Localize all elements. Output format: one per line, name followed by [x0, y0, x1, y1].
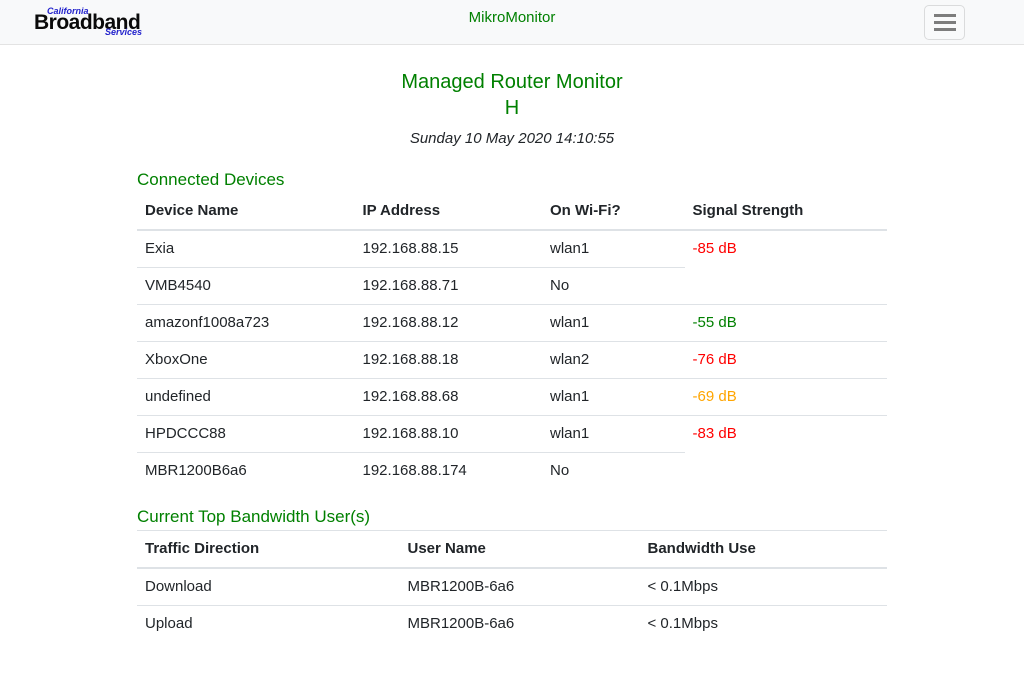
table-row: amazonf1008a723 192.168.88.12 wlan1 -55 … — [137, 305, 887, 342]
ip-address-cell: 192.168.88.68 — [355, 379, 543, 416]
device-name-cell: XboxOne — [137, 342, 355, 379]
wifi-cell: wlan1 — [542, 230, 685, 268]
logo-services-text: Services — [105, 28, 142, 37]
signal-strength-cell: -83 dB — [685, 416, 888, 453]
wifi-cell: wlan2 — [542, 342, 685, 379]
wifi-cell: wlan1 — [542, 305, 685, 342]
connected-devices-heading: Connected Devices — [137, 170, 887, 190]
header-user-name: User Name — [400, 531, 640, 569]
ip-address-cell: 192.168.88.12 — [355, 305, 543, 342]
menu-toggler-button[interactable] — [924, 5, 965, 40]
table-row: MBR1200B6a6 192.168.88.174 No — [137, 453, 887, 490]
page-title-line1: Managed Router Monitor — [401, 71, 622, 93]
bandwidth-heading: Current Top Bandwidth User(s) — [137, 507, 887, 527]
ip-address-cell: 192.168.88.15 — [355, 230, 543, 268]
table-row: undefined 192.168.88.68 wlan1 -69 dB — [137, 379, 887, 416]
ip-address-cell: 192.168.88.71 — [355, 268, 543, 305]
table-header-row: Traffic Direction User Name Bandwidth Us… — [137, 531, 887, 569]
device-name-cell: HPDCCC88 — [137, 416, 355, 453]
navbar-brand-title: MikroMonitor — [469, 7, 556, 29]
signal-strength-cell — [685, 268, 888, 305]
header-signal-strength: Signal Strength — [685, 193, 888, 230]
user-name-cell: MBR1200B-6a6 — [400, 568, 640, 606]
device-name-cell: amazonf1008a723 — [137, 305, 355, 342]
page-title-line2: H — [505, 97, 519, 119]
ip-address-cell: 192.168.88.18 — [355, 342, 543, 379]
navbar: California Broadband Services MikroMonit… — [0, 0, 1024, 45]
device-name-cell: VMB4540 — [137, 268, 355, 305]
header-device-name: Device Name — [137, 193, 355, 230]
bandwidth-use-cell: < 0.1Mbps — [640, 606, 888, 643]
table-header-row: Device Name IP Address On Wi-Fi? Signal … — [137, 193, 887, 230]
device-name-cell: Exia — [137, 230, 355, 268]
bandwidth-use-cell: < 0.1Mbps — [640, 568, 888, 606]
california-broadband-logo[interactable]: California Broadband Services — [34, 7, 144, 37]
table-row: XboxOne 192.168.88.18 wlan2 -76 dB — [137, 342, 887, 379]
user-name-cell: MBR1200B-6a6 — [400, 606, 640, 643]
page-title: Managed Router Monitor H — [137, 69, 887, 121]
main-content: Managed Router Monitor H Sunday 10 May 2… — [137, 69, 887, 642]
ip-address-cell: 192.168.88.10 — [355, 416, 543, 453]
signal-strength-cell: -55 dB — [685, 305, 888, 342]
device-name-cell: MBR1200B6a6 — [137, 453, 355, 490]
signal-strength-cell — [685, 453, 888, 490]
device-name-cell: undefined — [137, 379, 355, 416]
signal-strength-cell: -85 dB — [685, 230, 888, 268]
header-on-wifi: On Wi-Fi? — [542, 193, 685, 230]
traffic-direction-cell: Download — [137, 568, 400, 606]
header-bandwidth-use: Bandwidth Use — [640, 531, 888, 569]
header-ip-address: IP Address — [355, 193, 543, 230]
signal-strength-cell: -76 dB — [685, 342, 888, 379]
wifi-cell: No — [542, 453, 685, 490]
table-row: HPDCCC88 192.168.88.10 wlan1 -83 dB — [137, 416, 887, 453]
table-row: Exia 192.168.88.15 wlan1 -85 dB — [137, 230, 887, 268]
table-row: Download MBR1200B-6a6 < 0.1Mbps — [137, 568, 887, 606]
bandwidth-table: Traffic Direction User Name Bandwidth Us… — [137, 530, 887, 642]
table-row: Upload MBR1200B-6a6 < 0.1Mbps — [137, 606, 887, 643]
ip-address-cell: 192.168.88.174 — [355, 453, 543, 490]
traffic-direction-cell: Upload — [137, 606, 400, 643]
connected-devices-table: Device Name IP Address On Wi-Fi? Signal … — [137, 193, 887, 489]
signal-strength-cell: -69 dB — [685, 379, 888, 416]
wifi-cell: wlan1 — [542, 379, 685, 416]
table-row: VMB4540 192.168.88.71 No — [137, 268, 887, 305]
header-traffic-direction: Traffic Direction — [137, 531, 400, 569]
wifi-cell: wlan1 — [542, 416, 685, 453]
wifi-cell: No — [542, 268, 685, 305]
hamburger-icon — [934, 14, 956, 31]
timestamp: Sunday 10 May 2020 14:10:55 — [137, 128, 887, 150]
